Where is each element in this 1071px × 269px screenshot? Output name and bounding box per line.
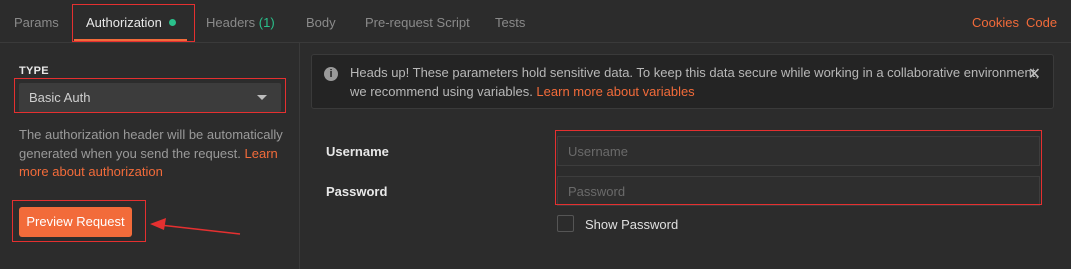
cookies-link[interactable]: Cookies	[972, 0, 1019, 42]
auth-description-text: The authorization header will be automat…	[19, 127, 283, 161]
type-label: TYPE	[19, 65, 49, 77]
auth-type-panel: TYPE Basic Auth The authorization header…	[0, 43, 300, 269]
show-password-checkbox[interactable]	[557, 215, 574, 232]
request-tab-bar: Params Authorization Headers (1) Body Pr…	[0, 0, 1071, 43]
sensitive-data-notice: i Heads up! These parameters hold sensit…	[311, 54, 1054, 109]
auth-description: The authorization header will be automat…	[19, 126, 289, 182]
chevron-down-icon	[257, 95, 267, 100]
tab-label: Headers	[206, 15, 256, 30]
tab-headers[interactable]: Headers (1)	[206, 0, 275, 42]
tab-label: Body	[306, 15, 336, 30]
auth-type-value: Basic Auth	[29, 90, 91, 105]
code-link[interactable]: Code	[1026, 0, 1057, 42]
show-password-label[interactable]: Show Password	[585, 217, 678, 232]
active-tab-underline	[74, 39, 187, 42]
password-label: Password	[326, 184, 388, 199]
notice-message: Heads up! These parameters hold sensitiv…	[350, 64, 1040, 101]
close-icon[interactable]: ✕	[1028, 64, 1041, 84]
headers-count-badge: (1)	[258, 15, 275, 30]
tab-body[interactable]: Body	[306, 0, 336, 42]
tab-label: Params	[14, 15, 59, 30]
tab-label: Authorization	[86, 15, 162, 30]
tab-tests[interactable]: Tests	[495, 0, 525, 42]
learn-more-variables-link[interactable]: Learn more about variables	[536, 84, 694, 99]
tab-pre-request-script[interactable]: Pre-request Script	[365, 0, 470, 42]
tab-label: Pre-request Script	[365, 15, 470, 30]
tab-params[interactable]: Params	[14, 0, 59, 42]
preview-request-button[interactable]: Preview Request	[19, 207, 132, 237]
username-input[interactable]	[557, 136, 1040, 166]
tab-label: Tests	[495, 15, 526, 30]
username-label: Username	[326, 144, 389, 159]
tab-authorization[interactable]: Authorization	[86, 0, 176, 42]
password-input[interactable]	[557, 176, 1040, 206]
active-status-dot-icon	[168, 19, 176, 26]
info-icon: i	[324, 67, 338, 81]
auth-type-select[interactable]: Basic Auth	[19, 83, 281, 112]
